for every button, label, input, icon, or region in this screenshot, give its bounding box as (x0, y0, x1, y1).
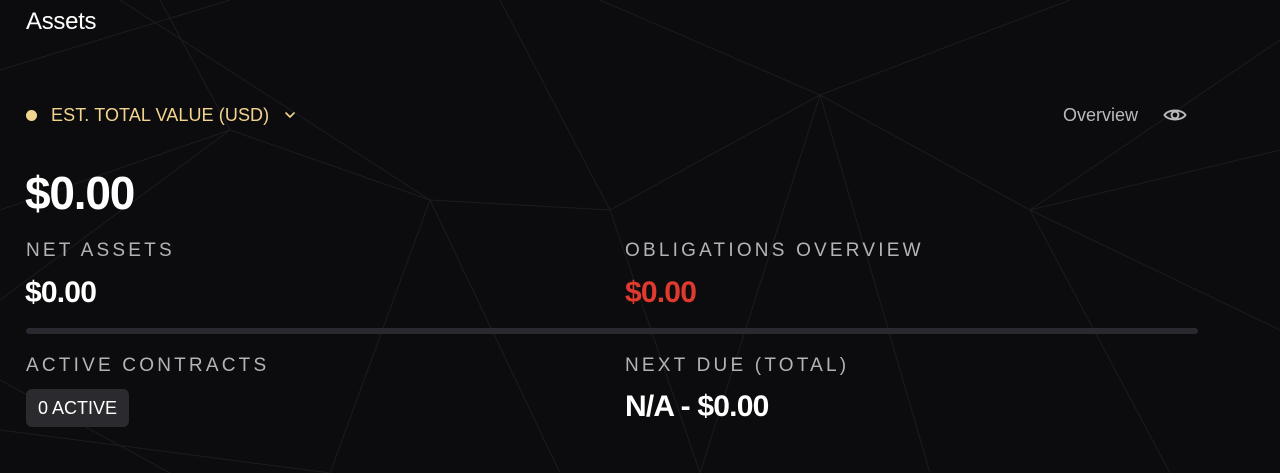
dropdown-label: EST. TOTAL VALUE (USD) (51, 104, 270, 125)
total-value: $0.00 (25, 167, 135, 219)
overview-label: Overview (1062, 104, 1138, 125)
valuation-currency-dropdown[interactable]: EST. TOTAL VALUE (USD) (26, 102, 297, 128)
next-due-label: NEXT DUE (TOTAL) (625, 355, 850, 376)
eye-icon[interactable] (1162, 102, 1188, 128)
chevron-down-icon (283, 108, 297, 122)
page-title: Assets (26, 8, 97, 35)
next-due-value: N/A - $0.00 (625, 390, 769, 423)
divider (26, 328, 1198, 334)
net-assets-value: $0.00 (25, 276, 97, 309)
obligations-overview-label: OBLIGATIONS OVERVIEW (625, 240, 924, 261)
active-contracts-badge: 0 ACTIVE (26, 389, 130, 427)
net-assets-label: NET ASSETS (26, 240, 175, 261)
active-contracts-label: ACTIVE CONTRACTS (26, 355, 270, 376)
status-dot (26, 109, 37, 121)
obligations-overview-value: $0.00 (625, 276, 697, 309)
overview-toggle-button[interactable]: Overview (1063, 102, 1188, 128)
assets-panel: Assets EST. TOTAL VALUE (USD) Overview $… (0, 0, 1280, 473)
